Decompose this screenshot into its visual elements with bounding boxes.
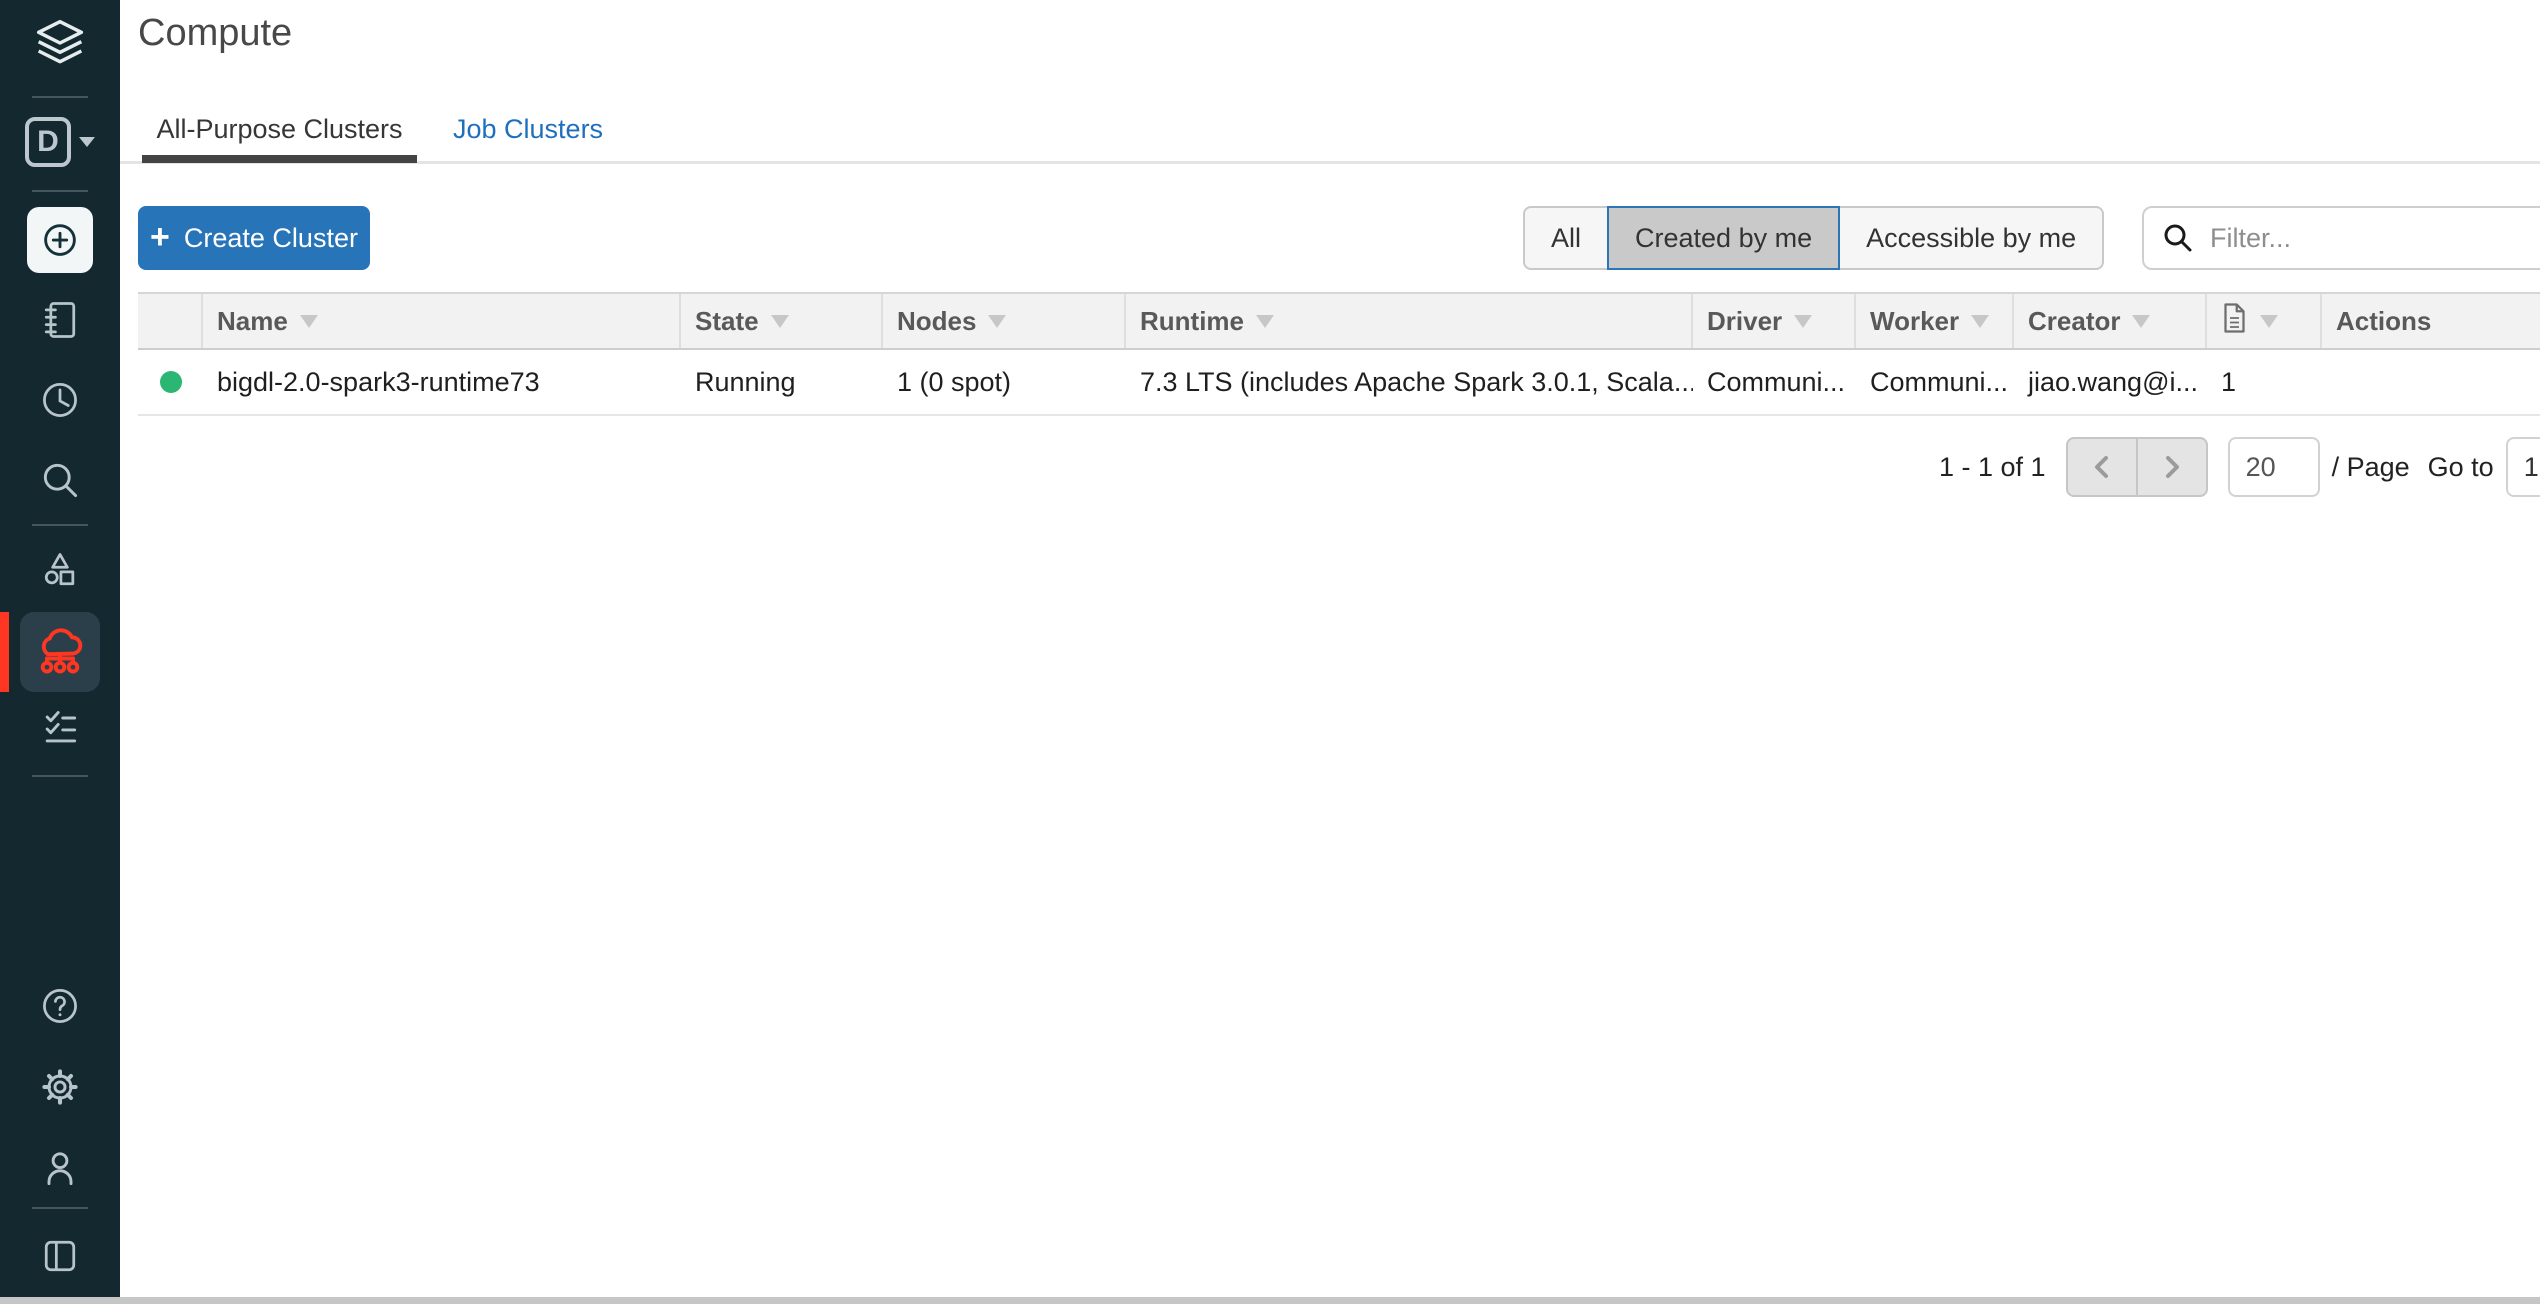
sidebar-divider — [32, 524, 88, 526]
sidebar-item-workspace[interactable] — [0, 298, 120, 342]
chevron-left-icon — [2090, 452, 2114, 482]
help-icon — [38, 984, 82, 1028]
sort-caret-icon — [300, 315, 318, 328]
column-runtime[interactable]: Runtime — [1126, 294, 1693, 348]
sidebar-item-recents[interactable] — [0, 378, 120, 422]
sidebar-item-help[interactable] — [0, 984, 120, 1028]
go-to-page-input[interactable] — [2506, 437, 2540, 497]
filter-all-button[interactable]: All — [1523, 206, 1609, 270]
gear-icon — [38, 1065, 82, 1109]
plus-circle-icon — [37, 217, 83, 263]
go-to-label: Go to — [2428, 452, 2494, 483]
workspace-initial-badge: D — [25, 117, 71, 167]
column-driver[interactable]: Driver — [1693, 294, 1856, 348]
workspace-switcher[interactable]: D — [0, 117, 120, 167]
sort-caret-icon — [1794, 315, 1812, 328]
pagination-range: 1 - 1 of 1 — [1939, 452, 2046, 483]
main-content: Compute All-Purpose Clusters Job Cluster… — [120, 0, 2540, 1304]
notebook-icon — [38, 298, 82, 342]
previous-page-button[interactable] — [2066, 437, 2138, 497]
search-icon — [2162, 222, 2194, 259]
clock-icon — [38, 378, 82, 422]
document-icon — [2221, 302, 2248, 341]
compute-cluster-icon — [34, 626, 86, 678]
horizontal-scrollbar[interactable] — [0, 1297, 2540, 1304]
sort-caret-icon — [1971, 315, 1989, 328]
sidebar-divider — [32, 190, 88, 192]
filter-search-input[interactable] — [2142, 206, 2540, 270]
column-actions: Actions — [2322, 294, 2540, 348]
cluster-worker-cell: Communi... — [1856, 367, 2014, 398]
tab-bar: All-Purpose Clusters Job Clusters — [120, 98, 2540, 164]
panel-collapse-icon — [38, 1234, 82, 1278]
sidebar-item-create[interactable] — [0, 207, 120, 273]
sidebar-item-compute[interactable] — [20, 612, 100, 692]
shapes-icon — [38, 548, 82, 592]
databricks-logo-icon — [28, 14, 92, 80]
sort-caret-icon — [2132, 315, 2150, 328]
collapse-sidebar-button[interactable] — [0, 1234, 120, 1278]
tab-job-clusters[interactable]: Job Clusters — [439, 98, 617, 160]
next-page-button[interactable] — [2136, 437, 2208, 497]
chevron-down-icon — [79, 137, 95, 147]
create-cluster-label: Create Cluster — [184, 223, 358, 254]
cluster-creator-cell: jiao.wang@i... — [2014, 367, 2207, 398]
sort-caret-icon — [2260, 315, 2278, 328]
cluster-runtime-cell: 7.3 LTS (includes Apache Spark 3.0.1, Sc… — [1126, 367, 1693, 398]
cluster-state-cell: Running — [681, 367, 883, 398]
column-notebooks[interactable] — [2207, 294, 2322, 348]
active-item-indicator — [0, 612, 9, 692]
plus-icon: + — [150, 220, 170, 254]
column-status — [138, 294, 203, 348]
sidebar: D — [0, 0, 120, 1304]
column-name[interactable]: Name — [203, 294, 681, 348]
page-size-input[interactable] — [2228, 437, 2320, 497]
column-nodes[interactable]: Nodes — [883, 294, 1126, 348]
sidebar-divider — [32, 775, 88, 777]
page-title: Compute — [138, 12, 292, 55]
cluster-notebooks-cell: 1 — [2207, 367, 2322, 398]
user-icon — [38, 1146, 82, 1190]
column-creator[interactable]: Creator — [2014, 294, 2207, 348]
create-cluster-button[interactable]: + Create Cluster — [138, 206, 370, 270]
cluster-status-cell — [138, 371, 203, 393]
databricks-logo[interactable] — [0, 14, 120, 80]
filter-created-by-me-button[interactable]: Created by me — [1607, 206, 1840, 270]
sort-caret-icon — [988, 315, 1006, 328]
filter-search — [2142, 206, 2540, 270]
search-icon — [38, 458, 82, 502]
sidebar-item-settings[interactable] — [0, 1065, 120, 1109]
column-worker[interactable]: Worker — [1856, 294, 2014, 348]
sidebar-item-account[interactable] — [0, 1146, 120, 1190]
pagination: 1 - 1 of 1 / Page Go to — [1939, 437, 2540, 497]
clusters-table: Name State Nodes Runtime Driver Worker — [138, 292, 2540, 416]
table-header-row: Name State Nodes Runtime Driver Worker — [138, 292, 2540, 350]
sidebar-item-jobs[interactable] — [0, 707, 120, 751]
column-state[interactable]: State — [681, 294, 883, 348]
status-running-dot — [160, 371, 182, 393]
filter-button-group: All Created by me Accessible by me — [1523, 206, 2104, 270]
sort-caret-icon — [771, 315, 789, 328]
chevron-right-icon — [2160, 452, 2184, 482]
cluster-driver-cell: Communi... — [1693, 367, 1856, 398]
tab-all-purpose-clusters[interactable]: All-Purpose Clusters — [142, 98, 416, 160]
checklist-icon — [38, 707, 82, 751]
toolbar: + Create Cluster All Created by me Acces… — [138, 206, 2540, 270]
sidebar-item-search[interactable] — [0, 458, 120, 502]
filter-accessible-by-me-button[interactable]: Accessible by me — [1838, 206, 2104, 270]
per-page-label: / Page — [2332, 452, 2410, 483]
cluster-nodes-cell: 1 (0 spot) — [883, 367, 1126, 398]
sidebar-divider — [32, 1207, 88, 1209]
cluster-name-cell[interactable]: bigdl-2.0-spark3-runtime73 — [203, 367, 681, 398]
sort-caret-icon — [1256, 315, 1274, 328]
sidebar-divider — [32, 96, 88, 98]
pagination-buttons — [2066, 437, 2208, 497]
sidebar-item-models[interactable] — [0, 548, 120, 592]
table-row[interactable]: bigdl-2.0-spark3-runtime73 Running 1 (0 … — [138, 350, 2540, 416]
